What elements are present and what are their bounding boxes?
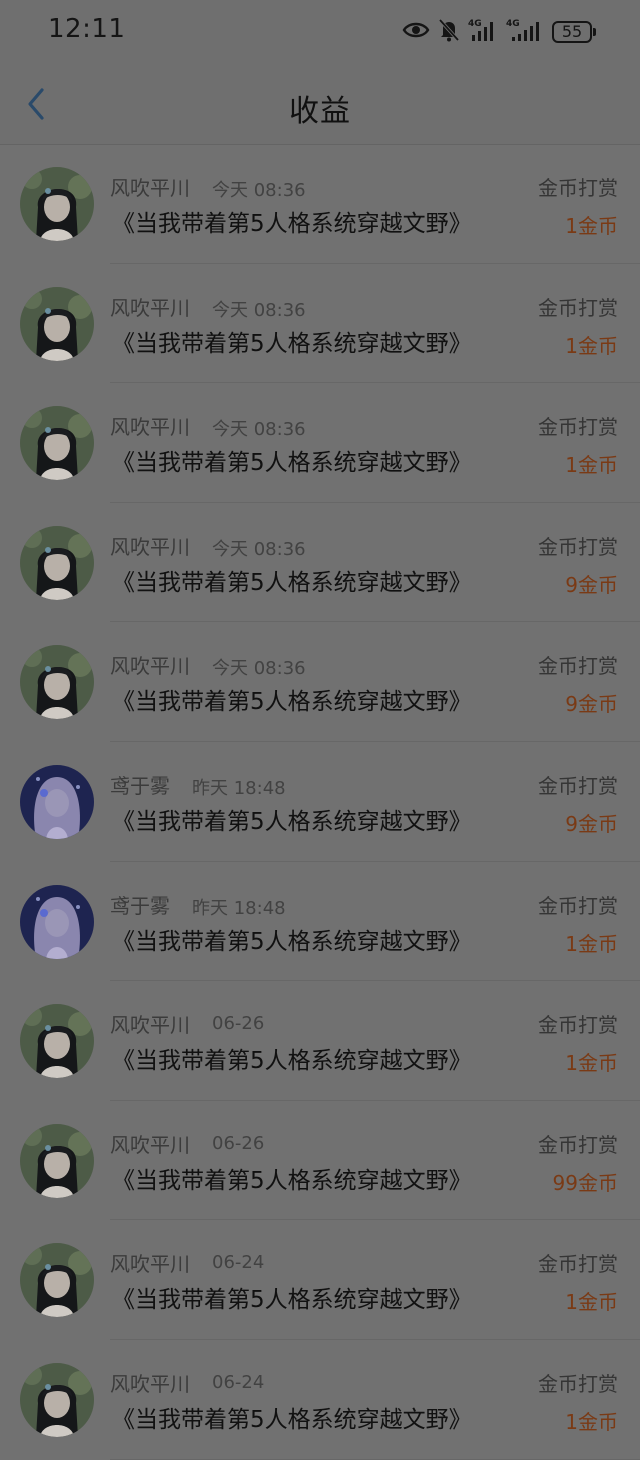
list-item[interactable]: 风吹平川 今天 08:36 《当我带着第5人格系统穿越文野》 金币打赏 1金币	[0, 264, 640, 384]
reward-amount: 1金币	[565, 931, 618, 956]
username[interactable]: 风吹平川	[110, 1368, 190, 1397]
avatar[interactable]	[20, 406, 94, 481]
reward-type: 金币打赏	[538, 1371, 618, 1396]
timestamp: 06-26	[212, 1132, 265, 1154]
signal-4g-icon: 4G	[468, 17, 498, 47]
reward-type: 金币打赏	[538, 534, 618, 559]
reward-type: 金币打赏	[538, 654, 618, 679]
book-title[interactable]: 《当我带着第5人格系统穿越文野》	[112, 563, 472, 597]
avatar[interactable]	[20, 764, 94, 839]
timestamp: 06-26	[212, 1013, 265, 1035]
book-title[interactable]: 《当我带着第5人格系统穿越文野》	[112, 204, 472, 238]
avatar[interactable]	[20, 1123, 94, 1198]
list-item[interactable]: 鸢于雾 昨天 18:48 《当我带着第5人格系统穿越文野》 金币打赏 1金币	[0, 862, 640, 982]
book-title[interactable]: 《当我带着第5人格系统穿越文野》	[112, 922, 472, 956]
book-title[interactable]: 《当我带着第5人格系统穿越文野》	[112, 324, 472, 358]
timestamp: 今天 08:36	[212, 658, 306, 680]
avatar[interactable]	[20, 525, 94, 600]
status-time: 12:11	[48, 14, 126, 44]
username[interactable]: 风吹平川	[110, 650, 190, 679]
list-item[interactable]: 风吹平川 今天 08:36 《当我带着第5人格系统穿越文野》 金币打赏 9金币	[0, 503, 640, 623]
username[interactable]: 风吹平川	[110, 1248, 190, 1277]
list-item[interactable]: 风吹平川 06-26 《当我带着第5人格系统穿越文野》 金币打赏 1金币	[0, 981, 640, 1101]
status-bar: 12:11 4G 4G 55	[0, 0, 640, 64]
reward-amount: 9金币	[565, 811, 618, 836]
username[interactable]: 风吹平川	[110, 411, 190, 440]
earnings-list: 风吹平川 今天 08:36 《当我带着第5人格系统穿越文野》 金币打赏 1金币 …	[0, 144, 640, 1460]
username[interactable]: 风吹平川	[110, 1129, 190, 1158]
avatar[interactable]	[20, 286, 94, 361]
timestamp: 06-24	[212, 1252, 265, 1274]
avatar[interactable]	[20, 167, 94, 241]
book-title[interactable]: 《当我带着第5人格系统穿越文野》	[112, 1041, 472, 1075]
book-title[interactable]: 《当我带着第5人格系统穿越文野》	[112, 1400, 472, 1434]
page-header: 收益	[0, 64, 640, 145]
book-title[interactable]: 《当我带着第5人格系统穿越文野》	[112, 682, 472, 716]
reward-amount: 99金币	[552, 1170, 618, 1195]
list-item[interactable]: 风吹平川 06-24 《当我带着第5人格系统穿越文野》 金币打赏 1金币	[0, 1220, 640, 1340]
reward-type: 金币打赏	[538, 1013, 618, 1038]
reward-amount: 1金币	[565, 1409, 618, 1434]
timestamp: 06-24	[212, 1371, 265, 1393]
page-title: 收益	[289, 94, 351, 129]
avatar[interactable]	[20, 1362, 94, 1437]
avatar[interactable]	[20, 645, 94, 720]
reward-amount: 1金币	[565, 1051, 618, 1076]
svg-text:4G: 4G	[468, 19, 482, 29]
username[interactable]: 风吹平川	[110, 1009, 190, 1038]
list-item[interactable]: 风吹平川 06-24 《当我带着第5人格系统穿越文野》 金币打赏 1金币	[0, 1340, 640, 1460]
status-icons: 4G 4G 55	[402, 16, 596, 48]
avatar[interactable]	[20, 884, 94, 959]
username[interactable]: 风吹平川	[110, 531, 190, 560]
book-title[interactable]: 《当我带着第5人格系统穿越文野》	[112, 1161, 472, 1195]
reward-amount: 9金币	[565, 692, 618, 717]
username[interactable]: 鸢于雾	[110, 890, 170, 919]
username[interactable]: 风吹平川	[110, 172, 190, 201]
reward-type: 金币打赏	[538, 773, 618, 798]
list-item[interactable]: 风吹平川 今天 08:36 《当我带着第5人格系统穿越文野》 金币打赏 1金币	[0, 383, 640, 503]
reward-amount: 1金币	[565, 214, 618, 238]
username[interactable]: 鸢于雾	[110, 770, 170, 799]
timestamp: 昨天 18:48	[192, 777, 286, 799]
list-item[interactable]: 风吹平川 06-26 《当我带着第5人格系统穿越文野》 金币打赏 99金币	[0, 1101, 640, 1221]
avatar[interactable]	[20, 1243, 94, 1318]
timestamp: 昨天 18:48	[192, 897, 286, 919]
book-title[interactable]: 《当我带着第5人格系统穿越文野》	[112, 443, 472, 477]
reward-type: 金币打赏	[538, 893, 618, 918]
timestamp: 今天 08:36	[212, 299, 306, 321]
book-title[interactable]: 《当我带着第5人格系统穿越文野》	[112, 1280, 472, 1314]
username[interactable]: 风吹平川	[110, 292, 190, 321]
timestamp: 今天 08:36	[212, 419, 306, 441]
reward-type: 金币打赏	[538, 415, 618, 440]
timestamp: 今天 08:36	[212, 538, 306, 560]
reward-type: 金币打赏	[538, 1132, 618, 1157]
reward-type: 金币打赏	[538, 176, 618, 200]
bell-muted-icon	[438, 18, 460, 46]
reward-amount: 1金币	[565, 453, 618, 478]
eye-icon	[402, 20, 430, 44]
timestamp: 今天 08:36	[212, 180, 306, 201]
list-item[interactable]: 风吹平川 今天 08:36 《当我带着第5人格系统穿越文野》 金币打赏 9金币	[0, 622, 640, 742]
avatar[interactable]	[20, 1004, 94, 1079]
reward-amount: 1金币	[565, 333, 618, 358]
list-item[interactable]: 风吹平川 今天 08:36 《当我带着第5人格系统穿越文野》 金币打赏 1金币	[0, 144, 640, 264]
battery-indicator: 55	[552, 21, 596, 43]
list-item[interactable]: 鸢于雾 昨天 18:48 《当我带着第5人格系统穿越文野》 金币打赏 9金币	[0, 742, 640, 862]
signal-4g-icon: 4G	[506, 17, 544, 47]
reward-type: 金币打赏	[538, 295, 618, 320]
book-title[interactable]: 《当我带着第5人格系统穿越文野》	[112, 802, 472, 836]
reward-amount: 1金币	[565, 1290, 618, 1315]
reward-type: 金币打赏	[538, 1252, 618, 1277]
svg-text:4G: 4G	[506, 19, 520, 29]
reward-amount: 9金币	[565, 572, 618, 597]
